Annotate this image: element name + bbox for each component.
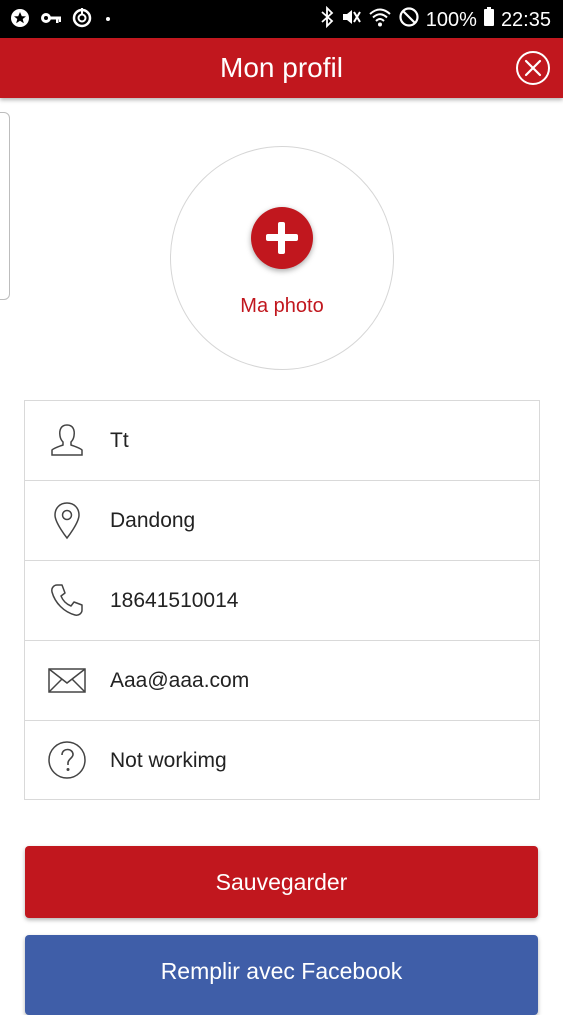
- page-title: Mon profil: [220, 52, 343, 83]
- profile-form: Tt Dandong 18641510014 Aaa@aaa.com Not w…: [24, 400, 540, 800]
- wifi-icon: [368, 6, 392, 34]
- bluetooth-icon: [320, 5, 334, 34]
- question-icon: [47, 740, 87, 780]
- dot-icon: [102, 8, 114, 33]
- close-circle-icon: [516, 51, 550, 85]
- facebook-fill-button[interactable]: Remplir avec Facebook: [25, 935, 538, 1015]
- mute-icon: [340, 6, 362, 34]
- status-bar: 100% 22:35: [0, 0, 563, 38]
- city-value: Dandong: [110, 509, 196, 532]
- add-photo-button[interactable]: [251, 207, 313, 269]
- envelope-icon: [47, 660, 87, 700]
- photo-picker[interactable]: Ma photo: [170, 146, 394, 370]
- name-value: Tt: [110, 429, 129, 452]
- phone-icon: [47, 580, 87, 620]
- notification-star-icon: [10, 8, 30, 33]
- do-not-disturb-icon: [398, 6, 420, 34]
- photo-label: Ma photo: [240, 295, 324, 317]
- app-bar: Mon profil: [0, 38, 563, 98]
- question-value: Not workimg: [110, 749, 227, 772]
- battery-percent: 100%: [425, 8, 477, 31]
- person-icon: [47, 420, 87, 460]
- save-button[interactable]: Sauvegarder: [25, 846, 538, 918]
- phone-field[interactable]: 18641510014: [25, 561, 539, 641]
- clock: 22:35: [500, 8, 551, 31]
- email-field[interactable]: Aaa@aaa.com: [25, 641, 539, 721]
- battery-icon: [483, 6, 495, 34]
- name-field[interactable]: Tt: [25, 401, 539, 481]
- phone-value: 18641510014: [110, 589, 239, 612]
- drawer-handle[interactable]: [0, 112, 10, 300]
- key-icon: [40, 8, 62, 33]
- email-value: Aaa@aaa.com: [110, 669, 250, 692]
- close-button[interactable]: [515, 50, 551, 86]
- question-field[interactable]: Not workimg: [25, 721, 539, 801]
- location-pin-icon: [47, 500, 87, 540]
- city-field[interactable]: Dandong: [25, 481, 539, 561]
- sync-icon: [72, 8, 92, 33]
